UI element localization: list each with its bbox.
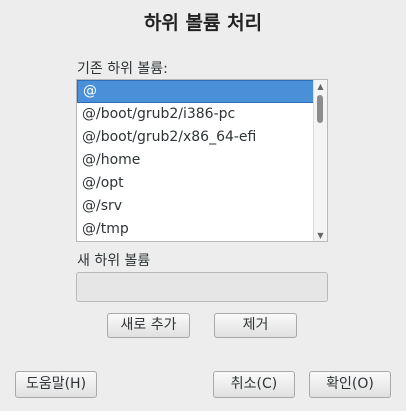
new-subvolume-label: 새 하위 볼륨 (77, 253, 151, 269)
remove-subvolume-button[interactable]: 제거 (214, 313, 297, 338)
scroll-down-arrow-icon[interactable]: ▼ (314, 231, 327, 240)
dialog-title: 하위 볼륨 처리 (143, 12, 263, 34)
new-subvolume-input[interactable] (76, 272, 328, 302)
help-button[interactable]: 도움말(H) (15, 371, 97, 398)
list-rows: @ @/boot/grub2/i386-pc @/boot/grub2/x86_… (77, 80, 315, 241)
list-item[interactable]: @/home (77, 149, 315, 172)
list-item[interactable]: @/boot/grub2/x86_64-efi (77, 126, 315, 149)
list-scrollbar[interactable]: ▲ ▼ (313, 80, 327, 241)
list-item[interactable]: @ (77, 80, 315, 103)
scroll-up-arrow-icon[interactable]: ▲ (314, 82, 327, 91)
list-item[interactable]: @/opt (77, 172, 315, 195)
list-item[interactable]: @/tmp (77, 218, 315, 241)
existing-subvolumes-label: 기존 하위 볼륨: (77, 61, 168, 77)
ok-button[interactable]: 확인(O) (309, 371, 391, 398)
list-item[interactable]: @/srv (77, 195, 315, 218)
scrollbar-thumb[interactable] (317, 95, 323, 123)
existing-subvolumes-list[interactable]: @ @/boot/grub2/i386-pc @/boot/grub2/x86_… (76, 79, 328, 242)
add-subvolume-button[interactable]: 새로 추가 (107, 313, 190, 338)
list-item[interactable]: @/boot/grub2/i386-pc (77, 103, 315, 126)
cancel-button[interactable]: 취소(C) (213, 371, 295, 398)
